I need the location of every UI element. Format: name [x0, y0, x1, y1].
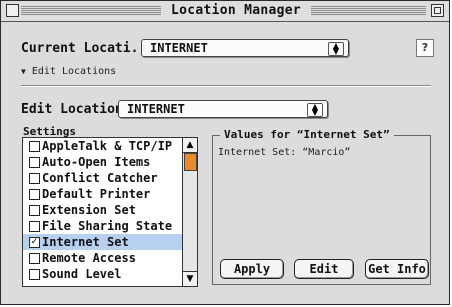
list-item-label: Auto-Open Items — [42, 155, 151, 169]
list-item[interactable]: File Sharing State — [23, 218, 183, 234]
checkbox[interactable] — [29, 253, 40, 264]
title-bar[interactable]: Location Manager — [1, 1, 449, 22]
list-item-label: File Sharing State — [42, 219, 173, 233]
settings-list[interactable]: AppleTalk & TCP/IP Auto-Open Items Conflic… — [22, 137, 198, 287]
window-title: Location Manager — [161, 3, 312, 19]
help-button[interactable]: ? — [416, 39, 434, 57]
location-manager-window: Location Manager Current Locati... INTER… — [0, 0, 450, 305]
list-item-label: Default Printer — [42, 187, 151, 201]
current-location-popup[interactable]: INTERNET ▲ ▼ — [141, 39, 349, 57]
title-bar-stripes-left — [21, 5, 161, 16]
popup-arrows-icon: ▲ ▼ — [307, 103, 323, 117]
edit-locations-disclosure[interactable]: ▼ Edit Locations — [21, 66, 116, 77]
scroll-thumb[interactable] — [184, 153, 197, 171]
values-group-title: Values for “Internet Set” — [220, 128, 394, 141]
zoom-box-icon[interactable] — [431, 4, 444, 17]
close-box-icon[interactable] — [6, 4, 19, 17]
popup-arrows-icon: ▲ ▼ — [328, 42, 344, 56]
checkbox[interactable] — [29, 269, 40, 280]
list-item-label: Sound Level — [42, 267, 122, 281]
current-location-label: Current Locati... — [21, 41, 155, 56]
list-item[interactable]: Sound Level — [23, 266, 183, 282]
checkbox[interactable] — [29, 221, 40, 232]
list-item[interactable]: Conflict Catcher — [23, 170, 183, 186]
values-group-content: Internet Set: “Marcio” — [218, 147, 351, 158]
list-item-label: Internet Set — [42, 235, 129, 249]
get-info-button[interactable]: Get Info — [365, 259, 429, 279]
edit-button[interactable]: Edit — [294, 259, 354, 279]
list-item[interactable]: AppleTalk & TCP/IP — [23, 138, 183, 154]
separator — [21, 85, 431, 87]
list-item-label: AppleTalk & TCP/IP — [42, 139, 173, 153]
list-item[interactable]: Extension Set — [23, 202, 183, 218]
checkbox[interactable] — [29, 157, 40, 168]
checkbox[interactable] — [29, 141, 40, 152]
scroll-up-arrow-icon[interactable]: ▲ — [183, 138, 197, 153]
current-location-value: INTERNET — [150, 41, 208, 55]
list-item[interactable]: Default Printer — [23, 186, 183, 202]
scroll-down-arrow-icon[interactable]: ▼ — [183, 271, 197, 286]
list-item-label: Remote Access — [42, 251, 136, 265]
edit-location-popup[interactable]: INTERNET ▲ ▼ — [118, 100, 328, 118]
checkbox[interactable] — [29, 205, 40, 216]
edit-location-label: Edit Location: — [21, 102, 131, 117]
apply-button[interactable]: Apply — [220, 259, 284, 279]
list-item-label: Conflict Catcher — [42, 171, 158, 185]
disclosure-triangle-icon: ▼ — [21, 67, 26, 76]
edit-locations-label: Edit Locations — [31, 66, 117, 77]
list-item[interactable]: Remote Access — [23, 250, 183, 266]
list-item[interactable]: ✓ Internet Set — [23, 234, 183, 250]
list-item-label: Extension Set — [42, 203, 136, 217]
checkbox[interactable] — [29, 189, 40, 200]
help-icon: ? — [421, 41, 429, 54]
checkbox[interactable] — [29, 173, 40, 184]
list-item[interactable]: Auto-Open Items — [23, 154, 183, 170]
checkbox[interactable]: ✓ — [29, 237, 40, 248]
edit-location-value: INTERNET — [127, 102, 185, 116]
settings-scrollbar[interactable]: ▲ ▼ — [182, 138, 197, 286]
title-bar-stripes-right — [301, 5, 426, 16]
